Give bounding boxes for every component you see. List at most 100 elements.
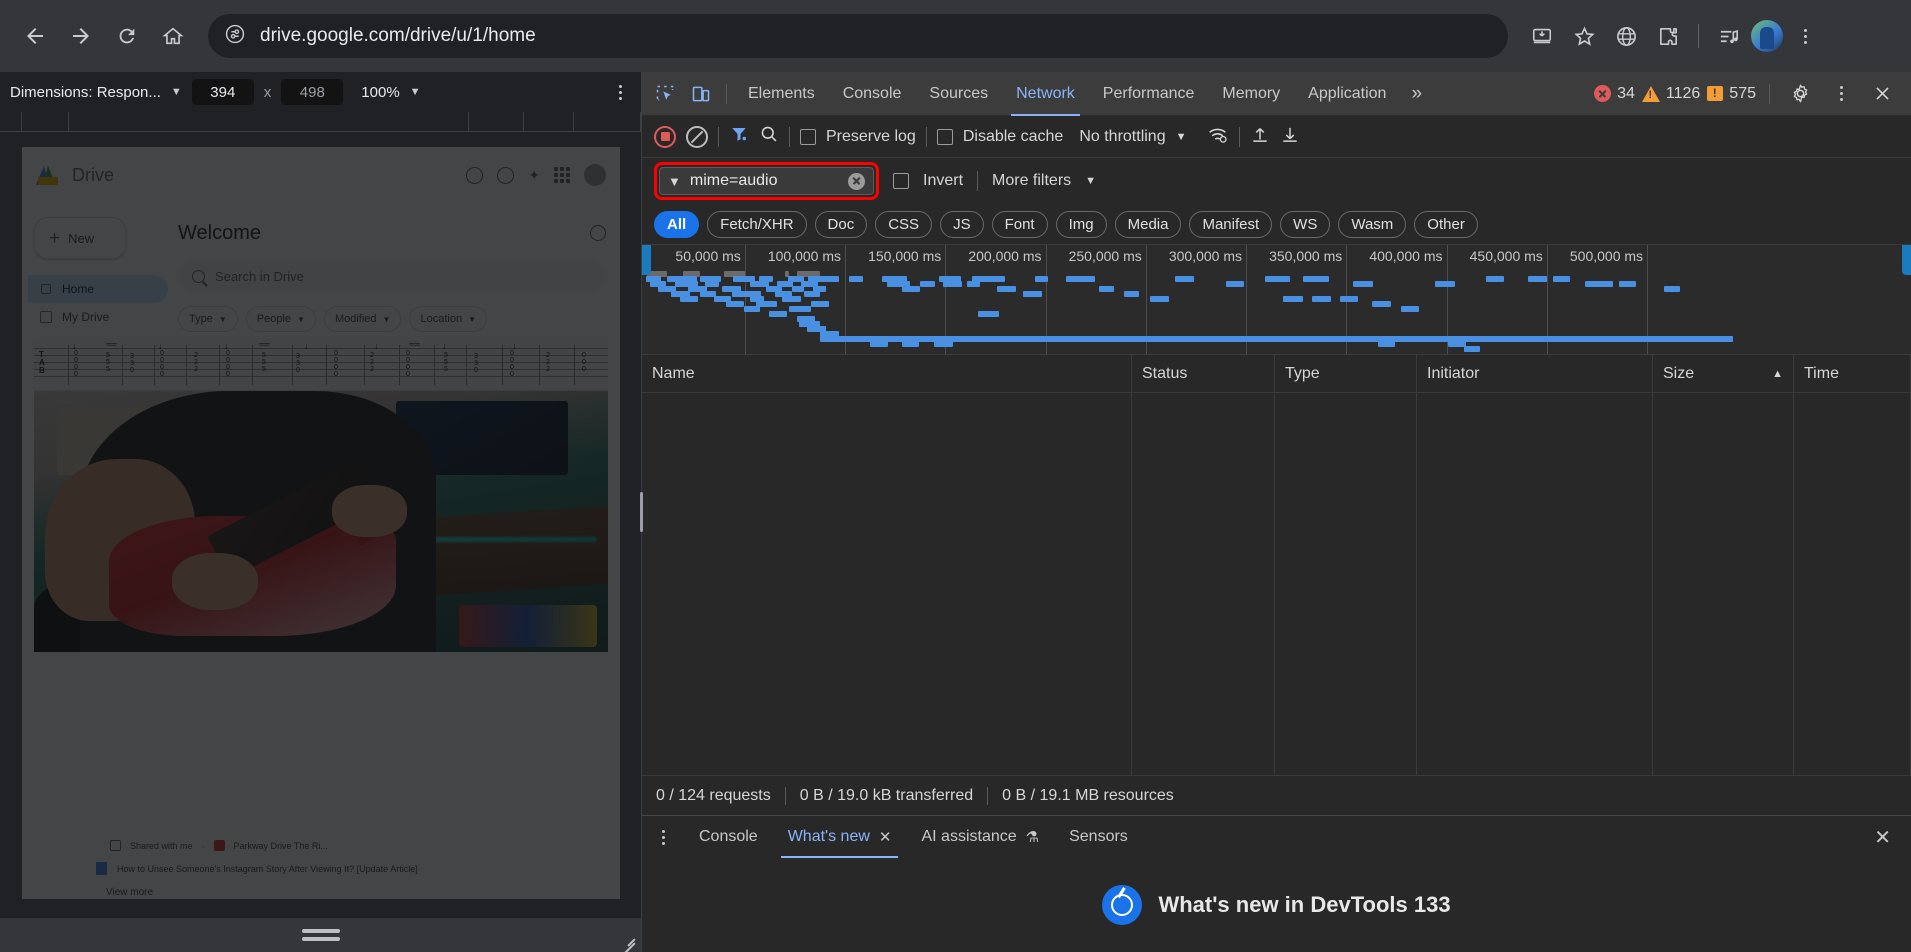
chip-wasm[interactable]: Wasm (1338, 210, 1407, 238)
breadcrumb-item[interactable]: Parkway Drive The Ri... (234, 841, 328, 851)
preserve-log-checkbox[interactable] (800, 128, 816, 145)
panel-splitter-handle[interactable] (637, 490, 646, 534)
zoom-chevron-down-icon[interactable]: ▼ (410, 86, 421, 98)
tab-performance[interactable]: Performance (1090, 72, 1208, 116)
back-arrow-icon[interactable] (14, 15, 56, 57)
view-more-link[interactable]: View more (106, 887, 153, 898)
filter-chip-people[interactable]: People ▼ (245, 306, 316, 332)
tab-network[interactable]: Network (1003, 72, 1088, 116)
chip-manifest[interactable]: Manifest (1189, 210, 1273, 238)
gear-icon[interactable] (1783, 77, 1817, 111)
sparkle-icon[interactable]: ✦ (528, 167, 540, 184)
file-caption-row[interactable]: How to Unsee Someone's Instagram Story A… (96, 862, 590, 875)
site-settings-icon[interactable] (224, 23, 246, 50)
breadcrumb-item[interactable]: Shared with me (130, 841, 193, 851)
chip-ws[interactable]: WS (1280, 210, 1331, 238)
disable-cache-checkbox[interactable] (936, 128, 953, 145)
network-timeline-overview[interactable]: 50,000 ms 100,000 ms 150,000 ms 200,000 ms 2… (642, 244, 1911, 354)
column-header-size[interactable]: Size ▲ (1653, 355, 1794, 392)
chip-font[interactable]: Font (991, 210, 1048, 238)
sidebar-item-home[interactable]: Home (28, 275, 168, 303)
preserve-log-label[interactable]: Preserve log (826, 128, 916, 146)
column-header-name[interactable]: Name (642, 355, 1132, 392)
device-resize-footer[interactable] (0, 918, 641, 952)
search-icon[interactable] (759, 124, 779, 149)
filter-funnel-icon[interactable] (729, 125, 749, 148)
network-conditions-icon[interactable] (1206, 124, 1229, 150)
column-header-status[interactable]: Status (1132, 355, 1275, 392)
install-app-icon[interactable] (1522, 16, 1562, 56)
record-stop-icon[interactable] (654, 125, 676, 148)
apps-grid-icon[interactable] (554, 167, 570, 183)
invert-label[interactable]: Invert (923, 172, 963, 190)
chevron-down-icon[interactable]: ▼ (1176, 131, 1187, 143)
tab-application[interactable]: Application (1295, 72, 1399, 116)
error-badge[interactable]: 34 (1594, 85, 1635, 103)
chevron-down-icon[interactable]: ▼ (171, 86, 182, 98)
new-button[interactable]: + New (34, 217, 126, 259)
info-badge[interactable]: 575 (1707, 85, 1756, 103)
timeline-selection-handle-right[interactable] (1902, 245, 1911, 275)
filter-chip-modified[interactable]: Modified ▼ (323, 306, 402, 332)
invert-checkbox[interactable] (893, 173, 909, 189)
tab-sources[interactable]: Sources (916, 72, 1001, 116)
device-more-options-icon[interactable] (609, 84, 631, 100)
extensions-puzzle-icon[interactable] (1648, 16, 1688, 56)
dimensions-label[interactable]: Dimensions: Respon... (10, 84, 161, 101)
tab-elements[interactable]: Elements (735, 72, 828, 116)
drawer-menu-icon[interactable] (652, 829, 674, 845)
chip-media[interactable]: Media (1114, 210, 1182, 238)
browser-menu-icon[interactable] (1785, 16, 1825, 56)
search-input[interactable]: Search in Drive (178, 259, 606, 293)
export-har-icon[interactable] (1280, 124, 1300, 150)
settings-gear-icon[interactable] (497, 166, 515, 184)
info-icon[interactable] (590, 225, 606, 241)
reload-icon[interactable] (106, 15, 148, 57)
throttling-select[interactable]: No throttling (1079, 128, 1165, 146)
chip-img[interactable]: Img (1055, 210, 1107, 238)
table-body-empty[interactable] (642, 393, 1911, 775)
chip-fetch-xhr[interactable]: Fetch/XHR (707, 210, 807, 238)
profile-avatar[interactable] (1751, 20, 1783, 52)
warning-badge[interactable]: 1126 (1641, 85, 1700, 103)
devtools-menu-icon[interactable] (1824, 77, 1858, 111)
close-icon[interactable] (1865, 77, 1899, 111)
drawer-tab-sensors[interactable]: Sensors (1056, 816, 1141, 858)
resize-grip-handle[interactable] (301, 929, 340, 941)
chip-js[interactable]: JS (940, 210, 984, 238)
chip-css[interactable]: CSS (875, 210, 933, 238)
clear-network-log-icon[interactable] (686, 125, 708, 148)
help-icon[interactable] (466, 166, 484, 184)
chip-doc[interactable]: Doc (814, 210, 868, 238)
forward-arrow-icon[interactable] (60, 15, 102, 57)
timeline-selection-handle-left[interactable] (642, 245, 651, 275)
disable-cache-label[interactable]: Disable cache (963, 128, 1064, 146)
chip-all[interactable]: All (654, 210, 700, 238)
drawer-tab-ai-assistance[interactable]: AI assistance ⚗ (908, 816, 1052, 858)
address-bar[interactable]: drive.google.com/drive/u/1/home (208, 14, 1508, 58)
home-icon[interactable] (152, 15, 194, 57)
chip-other[interactable]: Other (1414, 210, 1478, 238)
globe-icon[interactable] (1606, 16, 1646, 56)
star-icon[interactable] (1564, 16, 1604, 56)
emulated-viewport[interactable]: Drive ✦ + New Home My Drive ★ Welcome Se… (22, 147, 620, 899)
video-preview-card[interactable]: TAB 0000 555 330 0 0 0 0 2 2 2 0 0 0 0 5… (32, 337, 610, 654)
width-input[interactable]: 394 (191, 79, 254, 105)
sidebar-item-my-drive[interactable]: My Drive (28, 303, 168, 331)
drawer-tab-console[interactable]: Console (686, 816, 771, 858)
account-avatar[interactable] (584, 164, 606, 186)
more-tabs-icon[interactable]: » (1401, 83, 1432, 105)
drawer-tab-whats-new[interactable]: What's new ✕ (775, 816, 905, 858)
clear-input-icon[interactable] (848, 172, 865, 190)
column-header-initiator[interactable]: Initiator (1417, 355, 1653, 392)
zoom-level[interactable]: 100% (361, 84, 399, 101)
column-header-time[interactable]: Time (1794, 355, 1911, 392)
filter-chip-location[interactable]: Location ▼ (409, 306, 487, 332)
height-input[interactable]: 498 (281, 79, 344, 105)
chevron-down-icon[interactable]: ▼ (1085, 175, 1096, 187)
drawer-close-icon[interactable]: ✕ (1874, 825, 1901, 850)
media-playlist-icon[interactable] (1709, 16, 1749, 56)
tab-console[interactable]: Console (830, 72, 915, 116)
network-filter-input[interactable]: ▼ mime=audio (659, 167, 874, 195)
filter-chip-type[interactable]: Type ▼ (178, 306, 238, 332)
